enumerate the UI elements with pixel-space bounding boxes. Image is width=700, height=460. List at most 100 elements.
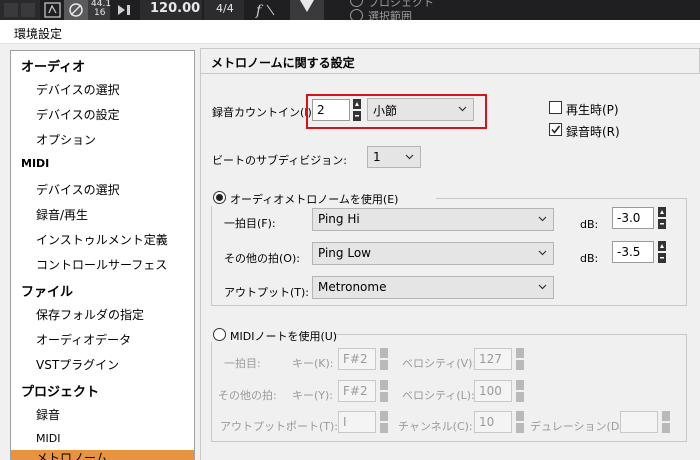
play-pause-icon[interactable] (112, 0, 140, 20)
checkmark-icon (551, 125, 561, 134)
sidebar-item-metronome-selected[interactable]: メトロノーム (11, 450, 194, 460)
sidebar-item-label: オーディオデータ (36, 333, 132, 347)
function-icon[interactable]: f (246, 0, 282, 20)
midi-other-key-field[interactable]: F#2 (338, 380, 376, 402)
midi-first-velocity-value: 127 (479, 352, 502, 366)
sidebar-item-midi-record-play[interactable]: 録音/再生 (11, 201, 194, 226)
sidebar-section-label: MIDI (21, 157, 50, 170)
sidebar-section-label: オーディオ (21, 60, 86, 75)
sidebar-item-recording[interactable]: 録音 (11, 401, 194, 426)
midi-first-velocity-label: ベロシティ(V): (402, 357, 477, 370)
chevron-down-icon (538, 250, 547, 256)
subdivision-label: ビートのサブディビジョン: (212, 154, 347, 167)
midi-other-velocity-spinner[interactable] (516, 380, 524, 402)
sidebar-section-midi[interactable]: MIDI (11, 151, 194, 176)
other-beats-db-field[interactable]: -3.5 (612, 241, 654, 263)
settings-category-tree[interactable]: オーディオ デバイスの選択 デバイスの設定 オプション MIDI デバイスの選択… (10, 50, 195, 460)
project-range-radio[interactable] (350, 0, 363, 7)
sidebar-item-label: VSTプラグイン (36, 358, 120, 372)
audio-output-label: アウトプット(T): (224, 286, 310, 299)
first-beat-db-field[interactable]: -3.0 (612, 207, 654, 229)
midi-other-key-spinner[interactable] (380, 380, 388, 402)
midi-first-key-value: F#2 (343, 352, 368, 366)
midi-first-velocity-spinner[interactable] (516, 348, 524, 370)
sidebar-section-audio[interactable]: オーディオ (11, 51, 194, 76)
sidebar-item-save-folder[interactable]: 保存フォルダの指定 (11, 301, 194, 326)
sidebar-item-label: メトロノーム (36, 451, 108, 460)
chevron-down-icon (538, 284, 547, 290)
sidebar-item-midi-device-select[interactable]: デバイスの選択 (11, 176, 194, 201)
sidebar-section-label: ファイル (21, 285, 74, 300)
midi-duration-spinner[interactable] (662, 411, 670, 433)
svg-text:f: f (255, 3, 264, 19)
midi-other-velocity-label: ベロシティ(L): (402, 389, 475, 402)
dialog-title-bar: 環境設定 (0, 20, 700, 44)
sidebar-section-file[interactable]: ファイル (11, 276, 194, 301)
first-beat-db-spinner[interactable] (658, 207, 666, 229)
playback-range-group: プロジェクト 選択範囲 (340, 0, 460, 20)
time-signature-display[interactable]: 4/4 (204, 0, 244, 20)
sidebar-item-label: コントロールサーフェス (36, 258, 168, 272)
highlight-box (306, 94, 487, 129)
midi-other-velocity-value: 100 (479, 384, 502, 398)
midi-port-label: ポート(T): (286, 420, 339, 433)
first-beat-label: 一拍目(F): (224, 217, 276, 230)
dialog-title: 環境設定 (14, 27, 63, 41)
panel-header: メトロノームに関する設定 (200, 48, 700, 74)
other-beats-sound-value: Ping Low (318, 246, 371, 260)
midi-first-velocity-field[interactable]: 127 (474, 348, 512, 370)
midi-first-key-spinner[interactable] (380, 348, 388, 370)
midi-other-key-label: キー(Y): (292, 389, 334, 402)
sidebar-item-project-midi[interactable]: MIDI (11, 426, 194, 451)
midi-other-beats-label: その他の拍: (218, 389, 277, 402)
panel-title: メトロノームに関する設定 (211, 56, 355, 70)
count-in-label: 録音カウントイン(I) (212, 106, 312, 119)
first-beat-db-label: dB: (580, 218, 599, 231)
metronome-icon[interactable] (290, 0, 324, 20)
subdivision-dropdown[interactable]: 1 (367, 146, 421, 168)
midi-output-label: アウトプット: (220, 420, 290, 433)
on-record-checkbox[interactable] (549, 123, 562, 136)
midi-channel-label: チャンネル(C): (398, 420, 473, 433)
click-toggle-icon[interactable] (42, 0, 64, 20)
sidebar-item-label: インストゥルメント定義 (36, 233, 168, 247)
other-beats-db-label: dB: (580, 252, 599, 265)
app-transport-bar: 44.1 16 120.00 4/4 f プロジェクト 選択範囲 (0, 0, 700, 20)
sidebar-item-audio-data[interactable]: オーディオデータ (11, 326, 194, 351)
midi-channel-spinner[interactable] (516, 411, 524, 433)
sidebar-item-label: MIDI (36, 432, 61, 445)
transport-left-block (0, 0, 40, 20)
sample-rate-display: 44.1 16 (88, 0, 111, 20)
other-beats-sound-dropdown[interactable]: Ping Low (312, 242, 554, 265)
tempo-display[interactable]: 120.00 (140, 0, 202, 20)
midi-first-key-field[interactable]: F#2 (338, 348, 376, 370)
midi-note-radio[interactable] (213, 328, 226, 341)
sidebar-item-audio-device-select[interactable]: デバイスの選択 (11, 76, 194, 101)
first-beat-sound-dropdown[interactable]: Ping Hi (312, 208, 554, 231)
sidebar-item-audio-options[interactable]: オプション (11, 126, 194, 151)
midi-duration-field[interactable] (620, 411, 658, 433)
midi-channel-field[interactable]: 10 (474, 411, 512, 433)
other-beats-db-spinner[interactable] (658, 241, 666, 263)
sidebar-item-instrument-definition[interactable]: インストゥルメント定義 (11, 226, 194, 251)
audio-output-dropdown[interactable]: Metronome (312, 276, 554, 299)
sidebar-item-vst-plugins[interactable]: VSTプラグイン (11, 351, 194, 376)
time-signature-value: 4/4 (216, 2, 234, 15)
midi-port-spinner[interactable] (380, 411, 388, 433)
selection-range-radio[interactable] (350, 9, 363, 20)
audio-output-value: Metronome (318, 280, 387, 294)
sidebar-item-control-surface[interactable]: コントロールサーフェス (11, 251, 194, 276)
midi-port-value: I (343, 415, 347, 429)
audio-metronome-radio[interactable] (213, 191, 226, 204)
sidebar-section-project[interactable]: プロジェクト (11, 376, 194, 401)
midi-first-beat-label: 一拍目: (224, 357, 261, 370)
midi-other-velocity-field[interactable]: 100 (474, 380, 512, 402)
sidebar-item-audio-device-settings[interactable]: デバイスの設定 (11, 101, 194, 126)
sidebar-item-label: 録音/再生 (36, 208, 89, 222)
midi-port-field[interactable]: I (338, 411, 376, 433)
record-mode-icon (4, 3, 35, 17)
first-beat-db-value: -3.0 (617, 211, 641, 225)
sidebar-item-label: デバイスの選択 (36, 183, 120, 197)
loop-toggle-icon[interactable] (64, 0, 88, 20)
on-play-checkbox[interactable] (549, 101, 562, 114)
